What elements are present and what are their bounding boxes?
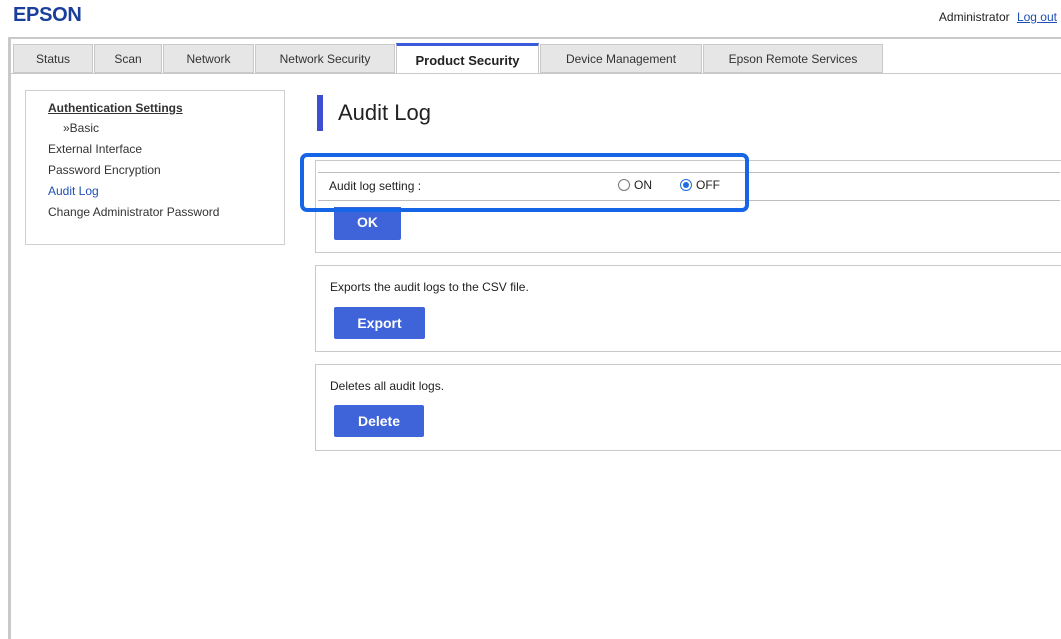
tab-device-management[interactable]: Device Management (540, 44, 702, 73)
tab-divider (11, 73, 1061, 74)
tab-network-security[interactable]: Network Security (255, 44, 395, 73)
ok-button[interactable]: OK (334, 207, 401, 240)
delete-button[interactable]: Delete (334, 405, 424, 437)
tab-network[interactable]: Network (163, 44, 254, 73)
audit-log-setting-row: Audit log setting : ON OFF (318, 172, 1060, 201)
tab-product-security[interactable]: Product Security (396, 43, 539, 74)
tab-bar: Status Scan Network Network Security Pro… (13, 43, 884, 74)
radio-off[interactable]: OFF (680, 178, 720, 192)
user-label: Administrator (938, 10, 1010, 24)
export-description: Exports the audit logs to the CSV file. (330, 280, 529, 294)
tab-scan[interactable]: Scan (94, 44, 162, 73)
export-panel: Exports the audit logs to the CSV file. … (315, 265, 1061, 352)
tab-status[interactable]: Status (13, 44, 93, 73)
sidebar-item-basic[interactable]: »Basic (48, 121, 284, 135)
delete-description: Deletes all audit logs. (330, 379, 445, 393)
delete-panel: Deletes all audit logs. Delete (315, 364, 1061, 451)
radio-on-circle-icon[interactable] (618, 179, 630, 191)
logout-link[interactable]: Log out (1017, 10, 1057, 24)
page-title-text: Audit Log (338, 100, 431, 125)
radio-on[interactable]: ON (618, 178, 652, 192)
user-area: Administrator Log out (939, 10, 1057, 24)
sidebar-item-audit-log[interactable]: Audit Log (48, 184, 284, 198)
ok-button-wrapper: OK (334, 207, 401, 240)
sidebar-item-change-admin-password[interactable]: Change Administrator Password (48, 205, 284, 219)
radio-off-label: OFF (696, 178, 720, 192)
radio-on-label: ON (634, 178, 652, 192)
export-button[interactable]: Export (334, 307, 425, 339)
sidebar-authentication-settings[interactable]: Authentication Settings (48, 101, 284, 115)
page-title: Audit Log (317, 95, 431, 131)
sidebar: Authentication Settings »Basic External … (25, 90, 285, 245)
radio-off-circle-icon[interactable] (680, 179, 692, 191)
audit-log-setting-label: Audit log setting : (329, 179, 422, 193)
title-accent-bar (317, 95, 323, 131)
epson-logo: EPSON (13, 4, 82, 26)
sidebar-item-external-interface[interactable]: External Interface (48, 142, 284, 156)
sidebar-item-password-encryption[interactable]: Password Encryption (48, 163, 284, 177)
tab-epson-remote-services[interactable]: Epson Remote Services (703, 44, 883, 73)
